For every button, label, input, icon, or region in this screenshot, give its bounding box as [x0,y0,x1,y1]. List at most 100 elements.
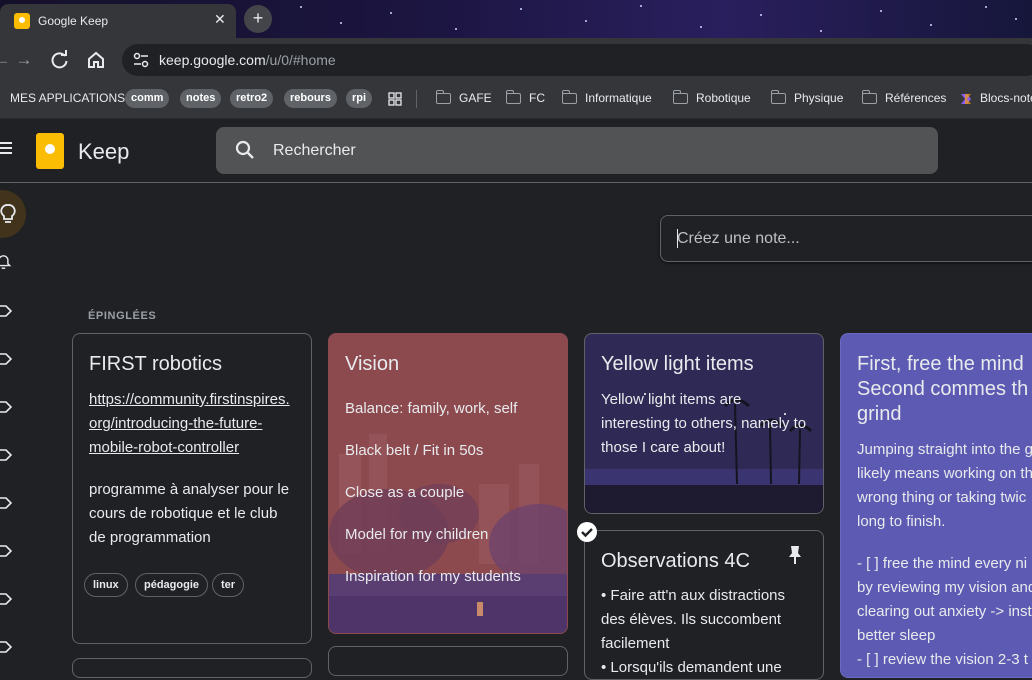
note-body-line: de programmation [89,529,211,546]
site-info-icon[interactable] [132,51,150,69]
note-link[interactable]: https://community.firstinspires. org/int… [89,388,290,460]
note-card-partial[interactable] [328,646,568,676]
note-list-item: Model for my children [345,526,489,543]
check-icon[interactable] [576,521,598,543]
sidebar-label-icon[interactable] [0,351,14,367]
label-chip-ter[interactable]: ter [212,573,245,597]
note-card-free-the-mind[interactable]: First, free the mind Second commes th gr… [840,333,1032,678]
note-title-line: Second commes th [857,378,1029,400]
bookmark-chip-rpi[interactable]: rpi [346,89,373,108]
bookmark-chip-rebours[interactable]: rebours [284,89,337,108]
note-title-block: First, free the mind Second commes th gr… [857,352,1028,427]
app-title[interactable]: Keep [78,139,129,165]
note-card-partial[interactable] [72,658,312,678]
new-tab-button[interactable]: + [244,5,272,33]
note-body: programme à analyser pour le cours de ro… [89,478,289,550]
note-list-item: Black belt / Fit in 50s [345,442,484,459]
bell-icon[interactable] [0,254,14,270]
take-note-input[interactable]: Créez une note... [660,215,1032,262]
note-body-line: Jumping straight into the g [857,441,1032,458]
folder-icon [672,90,688,104]
keep-logo-icon[interactable] [36,133,64,169]
take-note-placeholder: Créez une note... [677,230,800,247]
bookmark-folder-gafe[interactable]: GAFE [459,91,492,105]
sidebar-label-icon[interactable] [0,399,14,415]
bookmarks-bar: MES APPLICATIONS comm notes retro2 rebou… [0,82,1032,119]
keep-favicon-icon [14,13,30,29]
note-body-line: by reviewing my vision and [857,579,1032,596]
note-body-line: - [ ] review the vision 2-3 t [857,651,1028,668]
label-chip-pedagogie[interactable]: pédagogie [135,573,209,597]
note-card-observations-4c[interactable]: Observations 4C • Faire att'n aux distra… [584,530,824,680]
forward-icon[interactable]: → [12,48,36,72]
note-title: Vision [345,353,400,375]
note-body-line: clearing out anxiety -> inst [857,603,1032,620]
bookmark-chip-comm[interactable]: comm [125,89,170,108]
tab-title: Google Keep [38,14,109,28]
note-card-vision[interactable]: Vision Balance: family, work, self Black… [328,333,568,634]
sidebar-label-icon[interactable] [0,303,14,319]
note-title: Yellow light items [601,353,754,375]
sidebar-label-icon[interactable] [0,543,14,559]
bookmark-blocs-note[interactable]: Blocs-note [980,91,1032,105]
note-title: Observations 4C [601,550,750,572]
note-body-line: programme à analyser pour le [89,481,290,498]
search-placeholder: Rechercher [273,142,356,159]
bookmark-chip-retro2[interactable]: retro2 [230,89,274,108]
bookmark-folder-physique[interactable]: Physique [794,91,843,105]
sidebar-label-icon[interactable] [0,591,14,607]
note-body-line: likely means working on th [857,465,1032,482]
bookmark-chip-notes[interactable]: notes [180,89,222,108]
note-link-line[interactable]: org/introducing-the-future- [89,412,290,436]
folder-icon [435,90,451,104]
note-body-line: des élèves. Ils succombent [601,611,782,628]
note-title-line: First, free the mind [857,353,1024,375]
pinned-section-label: ÉPINGLÉES [88,310,157,322]
note-body-line: - [ ] free the mind every ni [857,555,1028,572]
sidebar-label-icon[interactable] [0,495,14,511]
note-body-line: • Faire att'n aux distractions [601,587,786,604]
pin-icon[interactable] [787,545,803,565]
browser-tab-keep[interactable]: Google Keep ✕ [0,4,236,38]
tab-close-icon[interactable]: ✕ [214,11,226,28]
search-icon[interactable] [234,139,256,161]
url-text: keep.google.com/u/0/#home [159,52,336,68]
note-list-item: Close as a couple [345,484,465,501]
bookmark-folder-references[interactable]: Références [885,91,946,105]
folder-icon [505,90,521,104]
note-title: FIRST robotics [89,353,222,375]
bookmark-folder-robotique[interactable]: Robotique [696,91,751,105]
bookmark-apps[interactable]: MES APPLICATIONS [10,91,125,105]
folder-icon [770,90,786,104]
home-icon[interactable] [84,48,108,72]
note-list-item: Inspiration for my students [345,568,521,585]
note-link-line[interactable]: mobile-robot-controller [89,436,290,460]
note-body-line: wrong thing or taking twic [857,489,1027,506]
bookmark-folder-informatique[interactable]: Informatique [585,91,652,105]
note-link-line[interactable]: https://community.firstinspires. [89,388,290,412]
label-chip-linux[interactable]: linux [84,573,128,597]
folder-icon [861,90,877,104]
copilot-icon [961,94,971,104]
search-input[interactable]: Rechercher [216,127,938,174]
note-body: Yellow light items are interesting to ot… [601,388,806,460]
reload-icon[interactable] [48,48,72,72]
bookmark-separator [416,90,417,108]
sidebar-label-icon[interactable] [0,447,14,463]
note-checklist: Balance: family, work, self Black belt /… [345,388,521,598]
sidebar-item-notes[interactable] [0,190,26,238]
note-card-first-robotics[interactable]: FIRST robotics https://community.firstin… [72,333,312,644]
lightbulb-icon [0,204,16,223]
browser-toolbar: ← → keep.google.com/u/0/#home [0,38,1032,82]
apps-grid-icon[interactable] [388,92,402,106]
note-body-line: • Lorsqu'ils demandent une [601,659,782,676]
note-body-line: interesting to others, namely to [601,415,807,432]
menu-icon[interactable] [0,141,12,155]
bookmark-folder-fc[interactable]: FC [529,91,545,105]
text-cursor [677,229,678,248]
note-card-yellow-light-items[interactable]: Yellow light items Yellow light items ar… [584,333,824,514]
note-body-line: cours de robotique et le club [89,505,278,522]
sidebar-label-icon[interactable] [0,639,14,655]
address-bar[interactable]: keep.google.com/u/0/#home [122,44,1032,76]
keep-header: Keep Rechercher [0,119,1032,183]
